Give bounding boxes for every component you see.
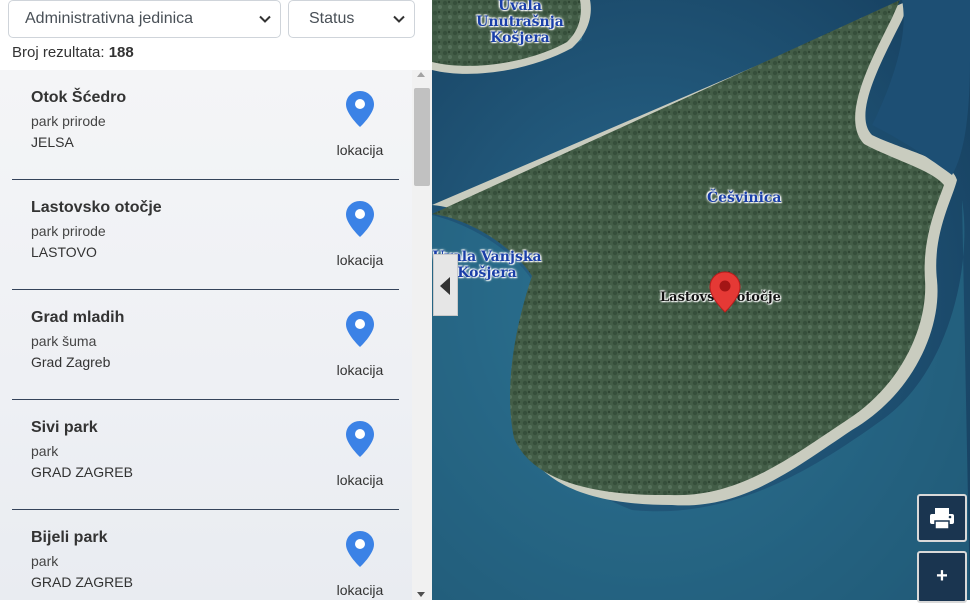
location-marker-icon[interactable] (708, 271, 742, 313)
chevron-down-icon (259, 15, 271, 23)
location-label: lokacija (336, 472, 384, 488)
chevron-left-icon (440, 277, 450, 295)
scroll-thumb[interactable] (414, 88, 430, 186)
map-label-cesvinica: Češvinica (707, 190, 782, 206)
item-name: Sivi park (31, 419, 98, 436)
map-pin-icon (346, 91, 374, 127)
map-label-line: Košjera (490, 30, 550, 46)
result-count: Broj rezultata: 188 (12, 44, 134, 61)
map-view[interactable]: Uvala Unutrašnja Košjera Češvinica Uvala… (432, 0, 970, 600)
map-pin-icon (346, 201, 374, 237)
item-place: GRAD ZAGREB (31, 464, 133, 480)
list-item: Bijeli park park GRAD ZAGREB lokacija (12, 510, 399, 600)
result-count-value: 188 (108, 44, 134, 61)
location-button[interactable]: lokacija (334, 308, 386, 382)
result-count-label: Broj rezultata: (12, 44, 105, 61)
location-label: lokacija (336, 252, 384, 268)
print-icon (930, 508, 954, 530)
list-item: Grad mladih park šuma Grad Zagreb lokaci… (12, 290, 399, 400)
results-list: Otok Šćedro park prirode JELSA lokacija … (0, 70, 412, 600)
collapse-panel-button[interactable] (433, 254, 458, 316)
location-button[interactable]: lokacija (334, 88, 386, 162)
item-name: Lastovsko otočje (31, 199, 162, 216)
item-type: park prirode (31, 223, 106, 239)
map-pin-icon (346, 311, 374, 347)
list-item: Lastovsko otočje park prirode LASTOVO lo… (12, 180, 399, 290)
map-label-line: Uvala (498, 0, 542, 14)
item-type: park šuma (31, 333, 97, 349)
item-type: park (31, 443, 59, 459)
location-button[interactable]: lokacija (334, 418, 386, 492)
item-place: JELSA (31, 134, 74, 150)
map-pin-icon (346, 531, 374, 567)
status-select-value: Status (309, 10, 355, 27)
map-label-line: Unutrašnja (476, 14, 564, 30)
item-place: GRAD ZAGREB (31, 574, 133, 590)
chevron-down-icon (393, 15, 405, 23)
zoom-in-button[interactable]: + (917, 551, 967, 603)
list-scrollbar[interactable] (412, 70, 432, 600)
map-pin-icon (346, 421, 374, 457)
status-select[interactable]: Status (288, 0, 415, 38)
location-button[interactable]: lokacija (334, 528, 386, 600)
admin-unit-select-value: Administrativna jedinica (25, 10, 194, 27)
item-place: Grad Zagreb (31, 354, 111, 370)
print-button[interactable] (917, 494, 967, 542)
admin-unit-select[interactable]: Administrativna jedinica (8, 0, 281, 38)
plus-icon: + (936, 565, 948, 587)
list-item: Otok Šćedro park prirode JELSA lokacija (12, 70, 399, 180)
map-label-uvala-unutrasnja: Uvala Unutrašnja Košjera (475, 0, 565, 46)
item-type: park prirode (31, 113, 106, 129)
list-item: Sivi park park GRAD ZAGREB lokacija (12, 400, 399, 510)
item-type: park (31, 553, 59, 569)
location-button[interactable]: lokacija (334, 198, 386, 272)
item-name: Grad mladih (31, 309, 125, 326)
scroll-down-arrow-icon[interactable] (417, 592, 425, 597)
location-label: lokacija (336, 142, 384, 158)
location-label: lokacija (336, 362, 384, 378)
item-name: Otok Šćedro (31, 89, 127, 106)
filter-bar: Administrativna jedinica Status (0, 0, 432, 40)
side-panel: Administrativna jedinica Status Broj rez… (0, 0, 432, 600)
location-label: lokacija (336, 582, 384, 598)
item-name: Bijeli park (31, 529, 108, 546)
scroll-up-arrow-icon[interactable] (417, 72, 425, 77)
item-place: LASTOVO (31, 244, 97, 260)
